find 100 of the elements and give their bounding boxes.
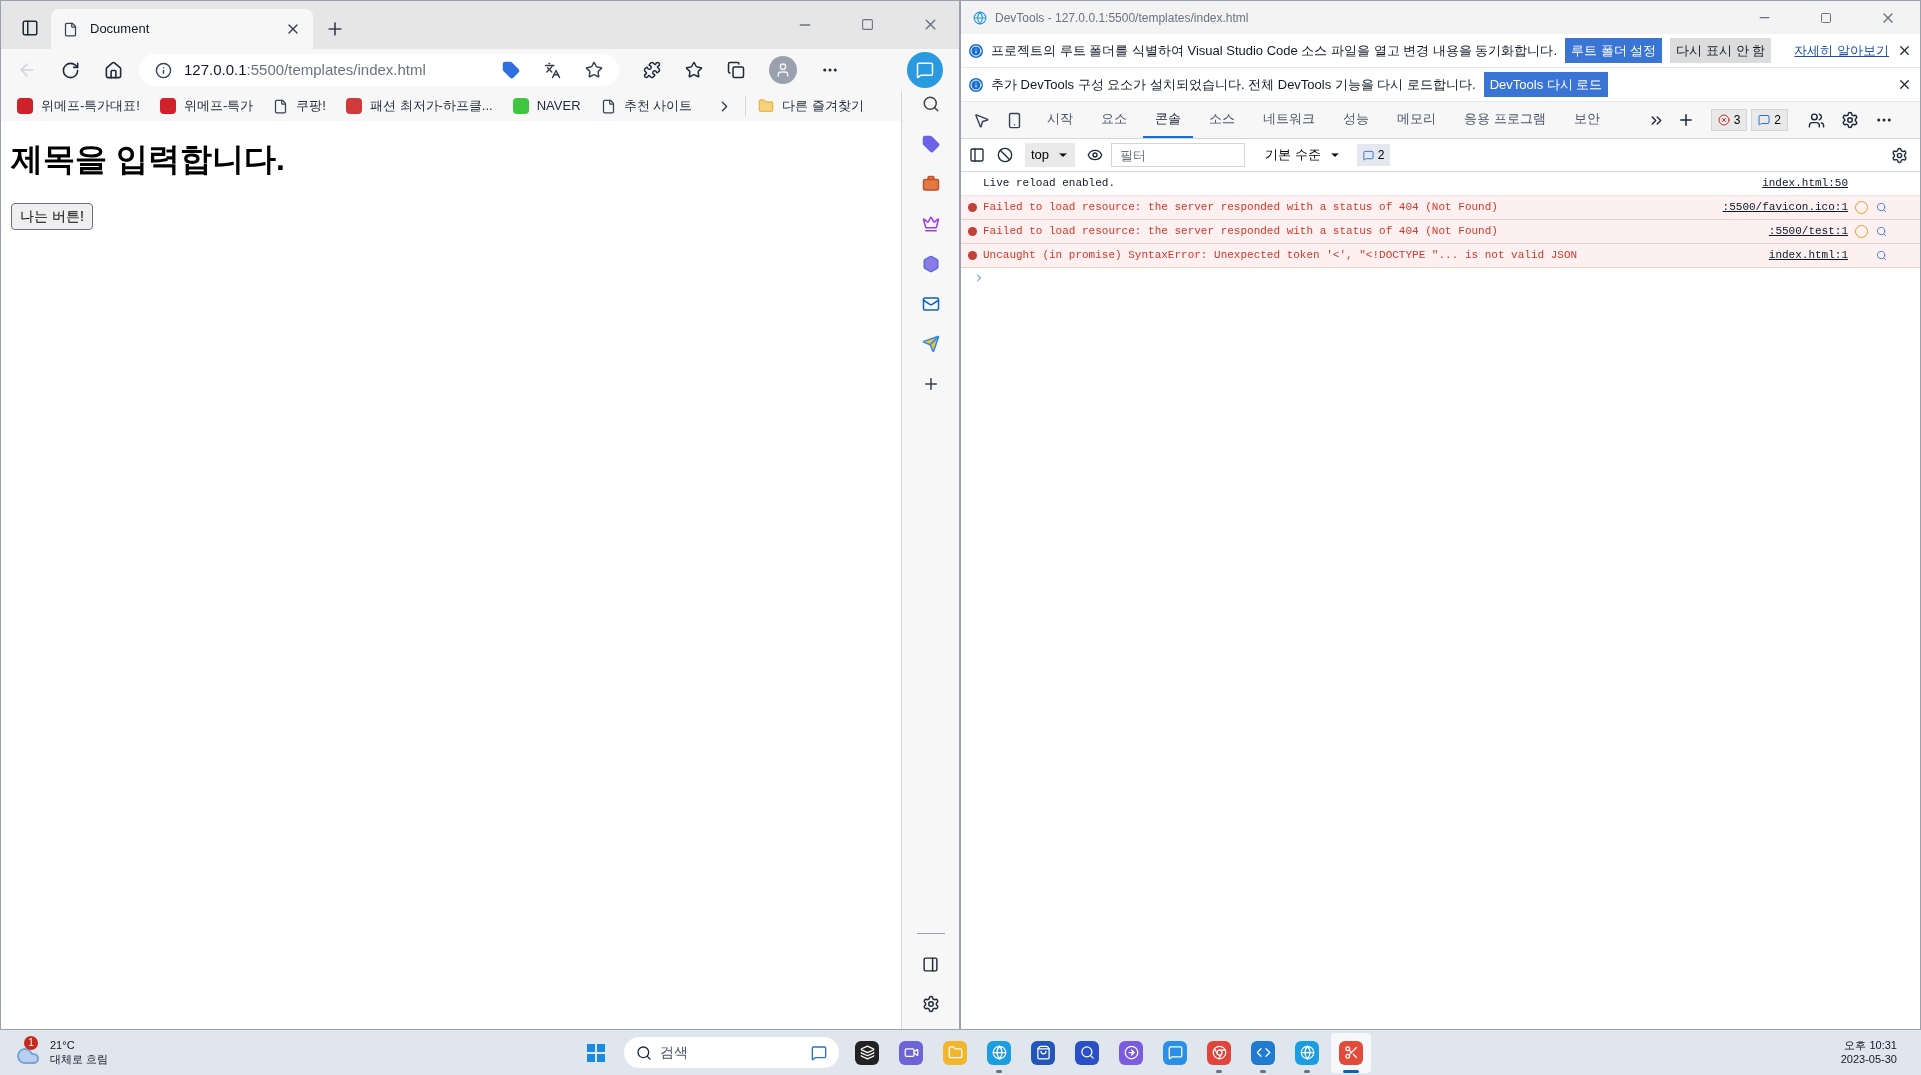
bookmark-folder[interactable]: 다른 즐겨찾기 [758,96,864,116]
sidebar-toggle-icon[interactable] [969,147,985,163]
message-count-badge[interactable]: 2 [1751,109,1788,131]
globe-icon [991,1045,1007,1060]
bookmark-item[interactable]: 쿠팡! [265,92,334,120]
tag-icon[interactable] [921,135,940,153]
briefcase-icon[interactable] [921,175,940,193]
clear-icon[interactable] [997,147,1013,163]
globe-icon [1299,1045,1315,1060]
search-field[interactable]: 검색 [624,1037,839,1068]
window-title: DevTools - 127.0.0.1:5500/templates/index.html [995,9,1250,27]
message-text: Failed to load resource: the server responded with a status of 404 (Not Found) [983,200,1499,216]
tag-icon[interactable] [502,61,520,79]
close-icon[interactable] [1897,77,1912,92]
device-icon[interactable] [1006,111,1023,129]
address-text: 127.0.0.1:5500/templates/index.html [184,59,427,80]
close-icon[interactable] [1897,43,1912,58]
chrome-icon [1211,1045,1227,1060]
error-count-badge[interactable]: 3 [1710,109,1748,131]
running-indicator [1260,1069,1266,1073]
devtools-tab[interactable]: 보안 [1561,102,1612,138]
paper-plane-icon[interactable] [921,335,940,353]
devtools-tab[interactable]: 성능 [1331,102,1381,138]
context-dropdown[interactable]: top [1025,143,1076,167]
info-icon [969,43,983,58]
info-button[interactable]: 다시 표시 안 함 [1670,38,1772,63]
settings-icon[interactable] [1841,111,1859,129]
mail-icon[interactable] [921,295,940,313]
video-icon [903,1045,919,1060]
running-indicator [1216,1069,1222,1073]
error-icon [967,227,977,236]
info-text: 프로젝트의 루트 폴더를 식별하여 Visual Studio Code 소스 파일을 열고 변경 내용을 동기화합니다. [991,41,1558,60]
scissors-icon [1343,1045,1359,1060]
people-icon[interactable] [1808,111,1825,129]
source-link[interactable]: :5500/test:1 [1768,223,1848,240]
collections-icon[interactable] [727,61,745,79]
search-icon[interactable] [921,95,940,113]
maximize-icon[interactable] [1820,11,1832,24]
chat-bubble-logo-icon[interactable] [907,52,943,88]
bookmark-item[interactable]: 위메프-특가 [151,92,262,120]
devtools-tab[interactable]: 콘솔 [1143,102,1193,138]
layers-icon [859,1045,875,1060]
settings-icon[interactable] [921,995,940,1013]
address-bar[interactable]: 127.0.0.1:5500/templates/index.html [139,54,619,86]
settings-icon[interactable] [1891,146,1908,164]
home-icon[interactable] [104,60,123,80]
tab-actions-icon[interactable] [21,19,39,37]
bookmark-item[interactable]: 패션 최저가-하프클... [337,92,501,120]
eye-icon[interactable] [1087,147,1104,163]
favorite-add-icon[interactable] [585,61,603,79]
devtools-tab[interactable]: 네트워크 [1251,102,1327,138]
hexagon-icon[interactable] [921,255,940,273]
bookmark-item[interactable]: 위메프-특가대표! [9,92,148,120]
devtools-tab[interactable]: 요소 [1089,102,1139,138]
bookmark-item[interactable]: NAVER [504,92,589,120]
clock-date: 2023-05-30 [1840,1052,1897,1067]
favorites-icon[interactable] [685,61,703,79]
arrow-circle-icon [1123,1045,1139,1060]
filter-field[interactable]: 필터 [1111,143,1246,167]
w-logo-icon [17,98,33,114]
devtools-tab[interactable]: 응용 프로그램 [1452,102,1558,138]
refresh-icon[interactable] [61,60,80,80]
club-logo-icon [345,98,362,114]
maximize-icon[interactable] [861,18,874,31]
chat-bubble-icon [1167,1045,1183,1060]
page-button[interactable]: 나는 버튼! [11,203,93,230]
message-count-badge[interactable]: 2 [1356,144,1391,166]
info-button[interactable]: DevTools 다시 로드 [1483,72,1609,97]
running-indicator [996,1069,1002,1073]
inspect-icon[interactable] [973,111,990,129]
weather-condition: 대체로 흐림 [50,1052,109,1067]
tab-title: Document [90,20,151,39]
message-text: Uncaught (in promise) SyntaxError: Unexpected token '<', "<!DOCTYPE "... is not valid JSON [983,248,1579,264]
temperature: 21°C [50,1038,76,1053]
level-dropdown[interactable]: 기본 수준 [1257,143,1349,167]
search-icon [636,1044,652,1061]
w-logo-icon [159,98,176,114]
page-icon [600,98,616,114]
info-button[interactable]: 루트 폴더 설정 [1565,38,1663,63]
info-icon [969,77,983,92]
page-heading: 제목을 입력합니다. [11,140,286,179]
info-icon [155,61,172,79]
message-text: Failed to load resource: the server responded with a status of 404 (Not Found) [983,224,1499,240]
source-link[interactable]: index.html:50 [1762,175,1848,192]
source-link[interactable]: index.html:1 [1768,247,1848,264]
extensions-icon[interactable] [643,61,661,79]
devtools-tab[interactable]: 메모리 [1385,102,1448,138]
folder-icon [758,98,775,114]
sidebar-toggle-icon[interactable] [922,956,939,973]
chat-bubble-icon [811,1044,827,1061]
running-indicator [1343,1069,1359,1073]
error-icon [967,203,977,212]
browser-tab[interactable]: Document [51,9,313,49]
info-text: 추가 DevTools 구성 요소가 설치되었습니다. 전체 DevTools 기능을 다시 로드합니다. [991,75,1476,94]
learn-more-link[interactable]: 자세히 알아보기 [1794,40,1889,61]
page-icon [63,21,78,37]
bookmark-item[interactable]: 추천 사이트 [592,92,701,120]
source-link[interactable]: :5500/favicon.ico:1 [1722,199,1848,216]
devtools-tab[interactable]: 시작 [1035,102,1085,138]
devtools-tab[interactable]: 소스 [1197,102,1247,138]
